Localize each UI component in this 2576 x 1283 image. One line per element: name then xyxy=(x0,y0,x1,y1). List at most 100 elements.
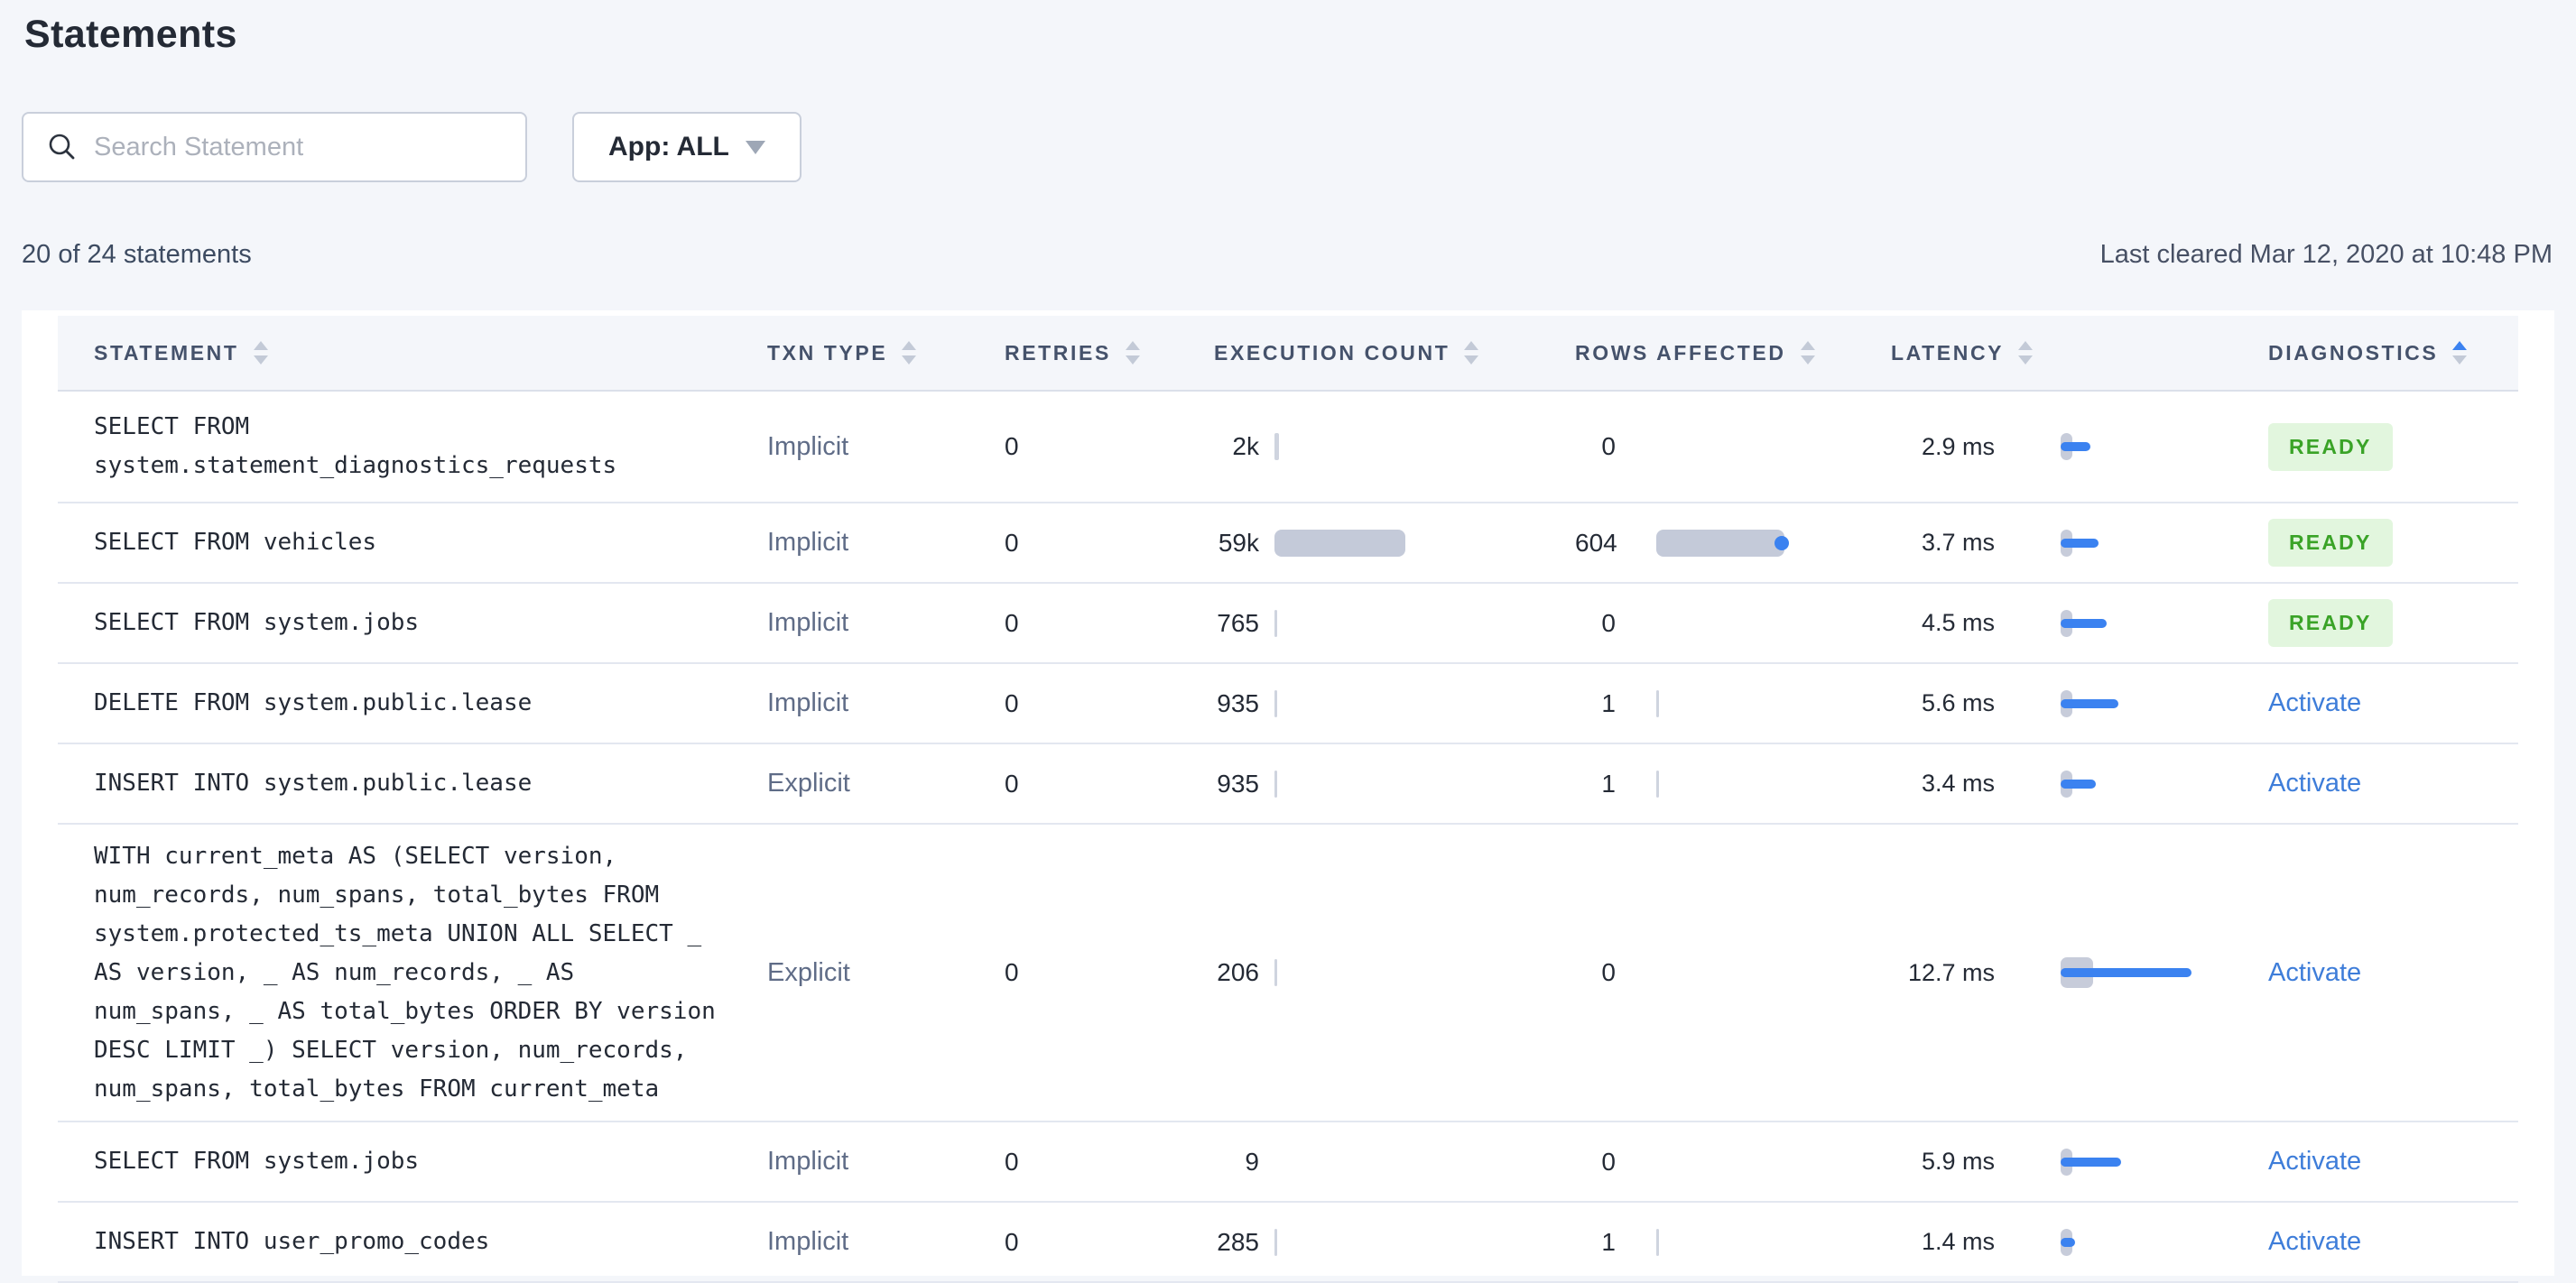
activate-diagnostics-link[interactable]: Activate xyxy=(2268,1147,2361,1177)
rows-affected-cell: 0 xyxy=(1575,958,1891,987)
rows-affected-value: 0 xyxy=(1601,608,1616,637)
activate-diagnostics-link[interactable]: Activate xyxy=(2268,769,2361,798)
sort-asc-icon xyxy=(2018,341,2034,350)
column-header-txn-type[interactable]: TXN TYPE xyxy=(767,341,997,365)
statement-cell[interactable]: INSERT INTO user_promo_codes xyxy=(58,1223,767,1261)
execution-count-value: 206 xyxy=(1217,958,1259,986)
app-filter-dropdown[interactable]: App: ALL xyxy=(572,112,802,182)
execution-count-value: 2k xyxy=(1232,432,1259,460)
latency-bar-fill xyxy=(2061,779,2096,789)
rows-affected-bar xyxy=(1656,770,1659,798)
latency-value: 4.5 ms xyxy=(1921,609,1995,636)
statement-cell[interactable]: SELECT FROM system.statement_diagnostics… xyxy=(58,408,767,485)
search-icon xyxy=(49,134,75,160)
statement-text[interactable]: DELETE FROM system.public.lease xyxy=(94,684,532,723)
execution-count-cell: 2k xyxy=(1214,432,1575,461)
column-header-statement[interactable]: STATEMENT xyxy=(58,341,767,365)
activate-diagnostics-link[interactable]: Activate xyxy=(2268,958,2361,988)
execution-count-bar-fill xyxy=(1274,529,1405,557)
activate-diagnostics-link[interactable]: Activate xyxy=(2268,688,2361,718)
latency-bar-fill xyxy=(2061,538,2099,548)
execution-count-value: 935 xyxy=(1217,769,1259,798)
statement-cell[interactable]: WITH current_meta AS (SELECT version, nu… xyxy=(58,837,767,1109)
statement-cell[interactable]: DELETE FROM system.public.lease xyxy=(58,684,767,723)
retries-value: 0 xyxy=(1005,528,1019,557)
rows-affected-value: 1 xyxy=(1601,688,1616,717)
statement-text[interactable]: SELECT FROM vehicles xyxy=(94,523,376,562)
latency-bar xyxy=(2061,767,2214,801)
sort-asc-icon xyxy=(2452,341,2468,350)
rows-affected-cell: 1 xyxy=(1575,770,1891,798)
sort-desc-icon xyxy=(2452,355,2468,365)
retries-value: 0 xyxy=(1005,608,1019,637)
rows-affected-bar-fill xyxy=(1656,689,1659,717)
column-label: ROWS AFFECTED xyxy=(1575,340,1786,365)
sort-asc-icon xyxy=(1464,341,1479,350)
column-header-retries[interactable]: RETRIES xyxy=(997,341,1214,365)
sort-desc-icon xyxy=(253,355,268,365)
statement-cell[interactable]: SELECT FROM system.jobs xyxy=(58,1142,767,1181)
statement-text[interactable]: INSERT INTO system.public.lease xyxy=(94,764,532,803)
latency-bar xyxy=(2061,429,2214,464)
table-header-row: STATEMENT TXN TYPE RETRIES EXECUTION COUNT R… xyxy=(58,316,2518,392)
page-title: Statements xyxy=(24,13,237,56)
column-header-rows-affected[interactable]: ROWS AFFECTED xyxy=(1575,341,1891,365)
latency-bar-fill xyxy=(2061,698,2118,708)
retries-value: 0 xyxy=(1005,1147,1019,1176)
column-label: EXECUTION COUNT xyxy=(1214,340,1450,365)
latency-bar-fill xyxy=(2061,968,2191,977)
column-header-latency[interactable]: LATENCY xyxy=(1891,341,2193,365)
statement-text[interactable]: WITH current_meta AS (SELECT version, nu… xyxy=(94,837,716,1109)
sort-arrows-icon xyxy=(1125,341,1140,365)
search-input[interactable] xyxy=(92,131,509,163)
rows-affected-value: 1 xyxy=(1601,769,1616,798)
txn-type-cell: Implicit xyxy=(767,1147,997,1177)
diagnostics-cell: READY xyxy=(2193,599,2518,647)
execution-count-value: 9 xyxy=(1245,1147,1259,1176)
sort-arrows-icon xyxy=(1464,341,1479,365)
statement-text[interactable]: SELECT FROM system.statement_diagnostics… xyxy=(94,408,616,485)
txn-type-value: Implicit xyxy=(767,1227,849,1256)
execution-count-cell: 935 xyxy=(1214,689,1575,718)
statement-text[interactable]: INSERT INTO user_promo_codes xyxy=(94,1223,489,1261)
diagnostics-cell: Activate xyxy=(2193,769,2518,798)
table-body: SELECT FROM system.statement_diagnostics… xyxy=(58,392,2518,1283)
sort-asc-icon xyxy=(253,341,268,350)
execution-count-bar-fill xyxy=(1274,433,1279,460)
retries-cell: 0 xyxy=(997,1228,1214,1257)
diagnostics-cell: READY xyxy=(2193,422,2518,471)
statement-text[interactable]: SELECT FROM system.jobs xyxy=(94,1142,419,1181)
txn-type-cell: Implicit xyxy=(767,688,997,718)
filter-controls: App: ALL xyxy=(22,112,802,182)
txn-type-value: Implicit xyxy=(767,688,849,717)
rows-affected-value: 0 xyxy=(1601,1147,1616,1176)
execution-count-bar xyxy=(1274,689,1277,717)
column-header-diagnostics[interactable]: DIAGNOSTICS xyxy=(2193,341,2518,365)
sort-asc-icon xyxy=(902,341,917,350)
statements-count: 20 of 24 statements xyxy=(22,240,252,269)
rows-affected-cell: 1 xyxy=(1575,1228,1891,1257)
latency-cell: 2.9 ms xyxy=(1891,429,2193,464)
retries-value: 0 xyxy=(1005,769,1019,798)
rows-affected-cell: 0 xyxy=(1575,1148,1891,1177)
statement-cell[interactable]: INSERT INTO system.public.lease xyxy=(58,764,767,803)
latency-value: 2.9 ms xyxy=(1921,432,1995,460)
execution-count-bar xyxy=(1274,609,1277,637)
activate-diagnostics-link[interactable]: Activate xyxy=(2268,1227,2361,1257)
statement-text[interactable]: SELECT FROM system.jobs xyxy=(94,604,419,642)
execution-count-cell: 935 xyxy=(1214,770,1575,798)
search-statement-box[interactable] xyxy=(22,112,527,182)
column-header-execution-count[interactable]: EXECUTION COUNT xyxy=(1214,341,1575,365)
rows-affected-bar xyxy=(1656,529,1789,557)
sort-arrows-icon xyxy=(253,341,268,365)
latency-bar xyxy=(2061,526,2214,560)
latency-cell: 12.7 ms xyxy=(1891,955,2193,990)
latency-bar xyxy=(2061,606,2214,641)
rows-affected-value: 0 xyxy=(1601,432,1616,460)
latency-bar xyxy=(2061,1225,2214,1260)
chevron-down-icon xyxy=(745,140,765,154)
latency-value: 3.7 ms xyxy=(1921,529,1995,556)
latency-bar xyxy=(2061,687,2214,721)
statement-cell[interactable]: SELECT FROM vehicles xyxy=(58,523,767,562)
statement-cell[interactable]: SELECT FROM system.jobs xyxy=(58,604,767,642)
